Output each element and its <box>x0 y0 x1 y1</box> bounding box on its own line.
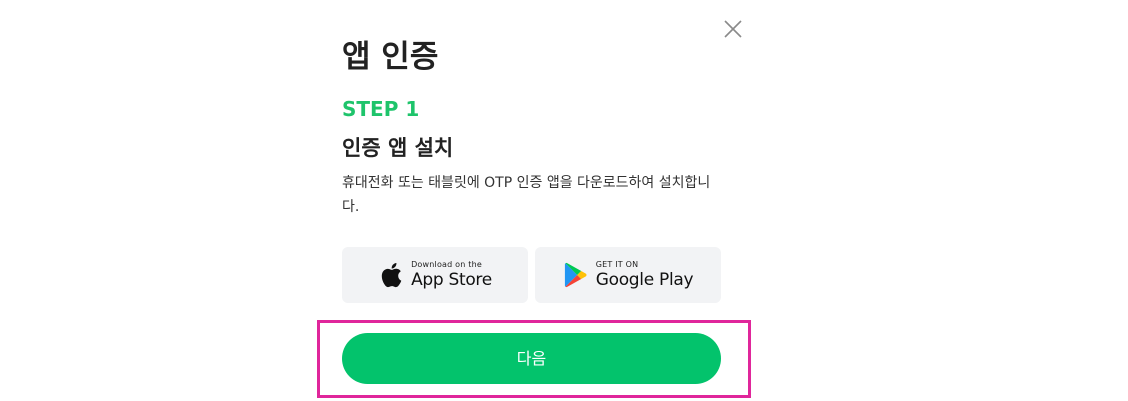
app-store-big-text: App Store <box>411 270 492 290</box>
app-store-badge: Download on the App Store <box>378 261 492 289</box>
step-title: 인증 앱 설치 <box>342 136 454 160</box>
apple-icon <box>378 261 404 289</box>
close-icon <box>724 20 742 38</box>
step-description: 휴대전화 또는 태블릿에 OTP 인증 앱을 다운로드하여 설치합니다. <box>342 175 711 215</box>
google-play-small-text: GET IT ON <box>595 260 639 269</box>
close-button[interactable] <box>723 19 743 39</box>
app-store-small-text: Download on the <box>411 260 483 269</box>
google-play-badge: GET IT ON Google Play <box>563 261 694 289</box>
next-button[interactable]: 다음 <box>342 333 721 384</box>
google-play-big-text: Google Play <box>595 270 694 290</box>
modal-title: 앱 인증 <box>342 39 439 75</box>
app-auth-modal: 앱 인증 STEP 1 인증 앱 설치 휴대전화 또는 태블릿에 OTP 인증 … <box>0 0 1128 401</box>
google-play-button[interactable]: GET IT ON Google Play <box>535 247 721 303</box>
google-play-icon <box>563 261 589 289</box>
app-store-button[interactable]: Download on the App Store <box>342 247 528 303</box>
step-label: STEP 1 <box>342 97 420 121</box>
